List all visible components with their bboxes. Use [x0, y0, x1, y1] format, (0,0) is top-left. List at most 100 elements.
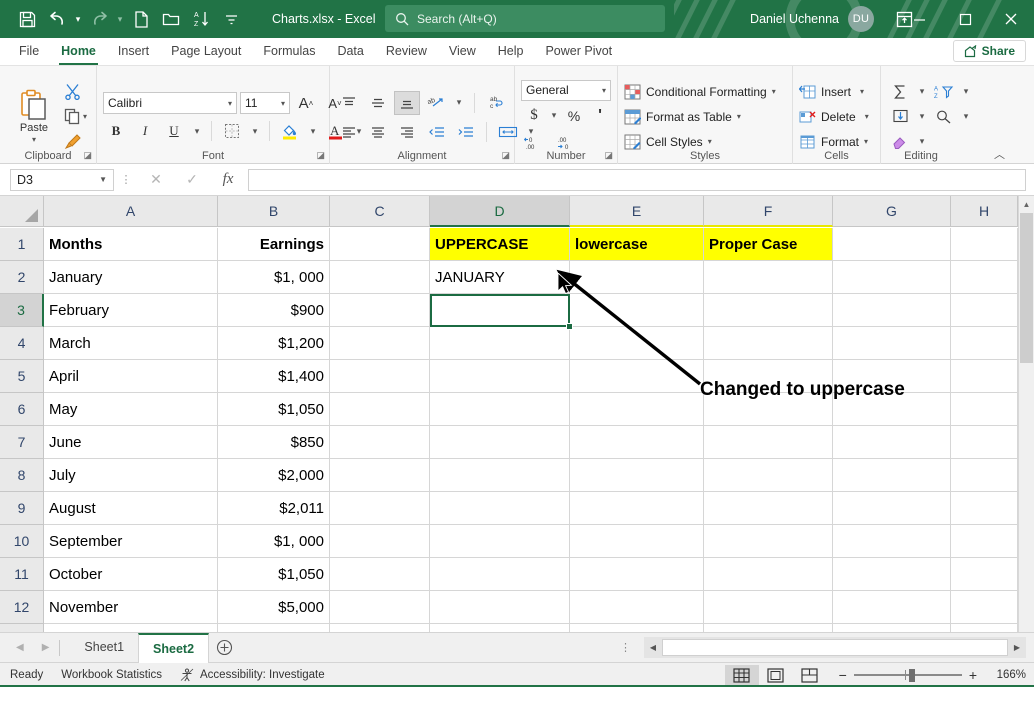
- cell-D9[interactable]: [430, 492, 570, 525]
- accounting-format-icon[interactable]: $: [521, 104, 547, 128]
- cell-D12[interactable]: [430, 591, 570, 624]
- cell-F12[interactable]: [704, 591, 833, 624]
- zoom-slider[interactable]: [854, 669, 962, 681]
- grow-font-icon[interactable]: A˄: [293, 91, 319, 115]
- row-header-8[interactable]: 8: [0, 459, 44, 492]
- column-header-c[interactable]: C: [330, 196, 430, 227]
- italic-button[interactable]: I: [132, 119, 158, 143]
- row-header-3[interactable]: 3: [0, 294, 44, 327]
- top-align-icon[interactable]: [336, 91, 362, 115]
- page-layout-view-button[interactable]: [759, 665, 793, 685]
- cell-H3[interactable]: [951, 294, 1018, 327]
- cell-A3[interactable]: February: [44, 294, 218, 327]
- number-format-chevron-down-icon[interactable]: ▾: [602, 86, 606, 95]
- underline-button[interactable]: U: [161, 119, 187, 143]
- cell-F10[interactable]: [704, 525, 833, 558]
- font-name-chevron-down-icon[interactable]: ▾: [228, 99, 232, 108]
- tab-page-layout[interactable]: Page Layout: [160, 39, 252, 65]
- paste-button[interactable]: Paste ▾: [6, 89, 62, 144]
- row-header-1[interactable]: 1: [0, 228, 44, 261]
- conditional-formatting-chevron-down-icon[interactable]: ▾: [772, 87, 776, 96]
- undo-icon[interactable]: [42, 5, 72, 33]
- cell-H4[interactable]: [951, 327, 1018, 360]
- align-right-icon[interactable]: [394, 120, 420, 144]
- cell-H8[interactable]: [951, 459, 1018, 492]
- delete-cells-button[interactable]: Delete ▾: [799, 106, 869, 128]
- cell-F7[interactable]: [704, 426, 833, 459]
- cell-H11[interactable]: [951, 558, 1018, 591]
- find-select-icon[interactable]: [931, 105, 957, 129]
- cell-B4[interactable]: $1,200: [218, 327, 330, 360]
- cell-E12[interactable]: [570, 591, 704, 624]
- cell-B2[interactable]: $1, 000: [218, 261, 330, 294]
- tab-view[interactable]: View: [438, 39, 487, 65]
- formula-input[interactable]: [248, 169, 1026, 191]
- sheet-bar-splitter[interactable]: ⋮: [620, 641, 631, 654]
- scroll-left-icon[interactable]: ◀: [644, 638, 662, 657]
- new-file-icon[interactable]: [126, 5, 156, 33]
- cell-G1[interactable]: [833, 228, 951, 261]
- cell-B13[interactable]: $1,400: [218, 624, 330, 633]
- row-header-7[interactable]: 7: [0, 426, 44, 459]
- cut-button[interactable]: [64, 79, 87, 103]
- cell-B8[interactable]: $2,000: [218, 459, 330, 492]
- avatar[interactable]: DU: [848, 6, 874, 32]
- cell-G3[interactable]: [833, 294, 951, 327]
- account-info[interactable]: Daniel Uchenna DU: [750, 0, 874, 38]
- cell-F4[interactable]: [704, 327, 833, 360]
- cell-C13[interactable]: [330, 624, 430, 633]
- maximize-button[interactable]: [942, 0, 988, 38]
- accessibility-status[interactable]: Accessibility: Investigate: [200, 669, 325, 681]
- paste-dropdown-icon[interactable]: ▾: [32, 135, 36, 144]
- cell-H6[interactable]: [951, 393, 1018, 426]
- fill-icon[interactable]: [887, 105, 913, 129]
- decrease-indent-icon[interactable]: [423, 120, 449, 144]
- cell-F1[interactable]: Proper Case: [704, 228, 833, 261]
- cell-D7[interactable]: [430, 426, 570, 459]
- copy-button[interactable]: ▾: [64, 104, 87, 128]
- horizontal-scrollbar[interactable]: ◀ ▶: [644, 637, 1026, 658]
- cell-styles-chevron-down-icon[interactable]: ▾: [708, 137, 712, 146]
- borders-icon[interactable]: [219, 119, 245, 143]
- cell-D1[interactable]: UPPERCASE: [430, 228, 570, 261]
- cell-C5[interactable]: [330, 360, 430, 393]
- cell-E4[interactable]: [570, 327, 704, 360]
- column-header-g[interactable]: G: [833, 196, 951, 227]
- sort-filter-dropdown-icon[interactable]: ▾: [959, 80, 973, 104]
- cell-A9[interactable]: August: [44, 492, 218, 525]
- cell-G11[interactable]: [833, 558, 951, 591]
- cell-H10[interactable]: [951, 525, 1018, 558]
- cell-E2[interactable]: [570, 261, 704, 294]
- cell-C7[interactable]: [330, 426, 430, 459]
- worksheet-grid[interactable]: ABCDEFGH1MonthsEarningsUPPERCASElowercas…: [0, 196, 1034, 633]
- cell-H12[interactable]: [951, 591, 1018, 624]
- conditional-formatting-button[interactable]: Conditional Formatting ▾: [624, 81, 776, 103]
- autosum-icon[interactable]: [887, 80, 913, 104]
- cell-D11[interactable]: [430, 558, 570, 591]
- zoom-in-button[interactable]: +: [969, 667, 977, 683]
- cell-G8[interactable]: [833, 459, 951, 492]
- alignment-dialog-launcher-icon[interactable]: ◪: [501, 150, 510, 161]
- cell-E6[interactable]: [570, 393, 704, 426]
- font-size-chevron-down-icon[interactable]: ▾: [281, 99, 285, 108]
- scroll-right-icon[interactable]: ▶: [1008, 638, 1026, 657]
- column-header-f[interactable]: F: [704, 196, 833, 227]
- format-as-table-button[interactable]: Format as Table ▾: [624, 106, 741, 128]
- cell-H5[interactable]: [951, 360, 1018, 393]
- cell-E13[interactable]: [570, 624, 704, 633]
- font-name-combo[interactable]: Calibri ▾: [103, 92, 237, 114]
- cell-G10[interactable]: [833, 525, 951, 558]
- cell-E9[interactable]: [570, 492, 704, 525]
- cell-A12[interactable]: November: [44, 591, 218, 624]
- select-all-corner[interactable]: [0, 196, 44, 227]
- number-dialog-launcher-icon[interactable]: ◪: [604, 150, 613, 161]
- underline-dropdown-icon[interactable]: ▾: [190, 119, 204, 143]
- cell-E11[interactable]: [570, 558, 704, 591]
- font-size-combo[interactable]: 11 ▾: [240, 92, 290, 114]
- cell-G12[interactable]: [833, 591, 951, 624]
- cell-D5[interactable]: [430, 360, 570, 393]
- row-header-5[interactable]: 5: [0, 360, 44, 393]
- orientation-dropdown-icon[interactable]: ▾: [452, 91, 466, 115]
- tab-home[interactable]: Home: [50, 39, 107, 65]
- cell-A11[interactable]: October: [44, 558, 218, 591]
